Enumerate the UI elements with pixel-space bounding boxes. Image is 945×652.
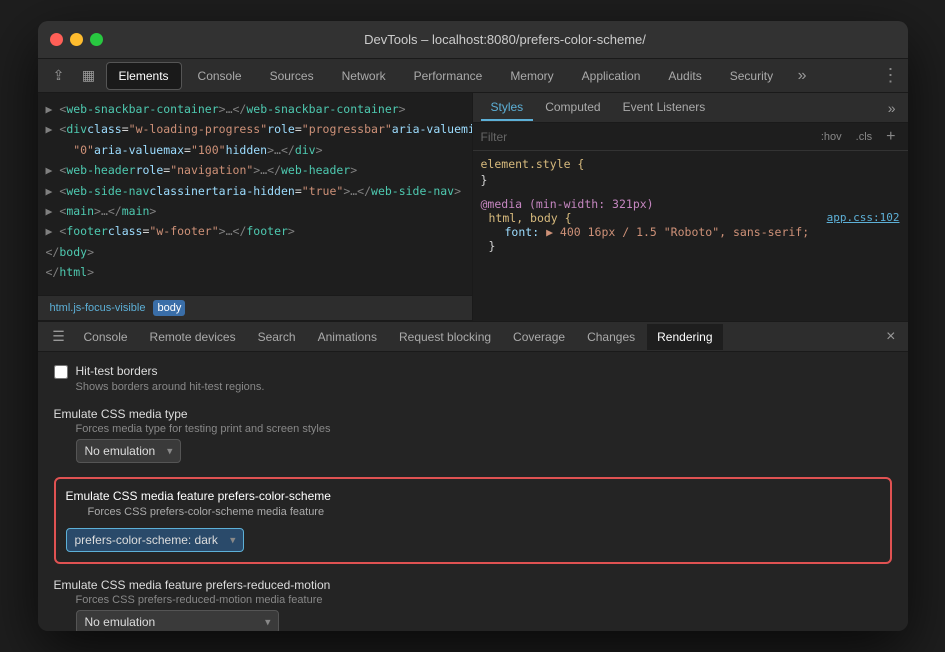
style-source-link[interactable]: app.css:102 xyxy=(827,211,900,224)
drawer-tabs-bar: ☰ Console Remote devices Search Animatio… xyxy=(38,322,908,352)
hit-test-desc: Shows borders around hit-test regions. xyxy=(76,381,892,393)
reduced-motion-desc: Forces CSS prefers-reduced-motion media … xyxy=(76,594,892,606)
drawer-menu-icon[interactable]: ☰ xyxy=(46,324,72,350)
tab-audits[interactable]: Audits xyxy=(656,62,713,90)
dom-panel: ▶ <web-snackbar-container>…</web-snackba… xyxy=(38,93,473,321)
drawer-tab-request-blocking[interactable]: Request blocking xyxy=(389,324,501,350)
styles-panel: Styles Computed Event Listeners » :hov .… xyxy=(473,93,908,321)
color-scheme-label: Emulate CSS media feature prefers-color-… xyxy=(66,489,880,503)
tab-memory[interactable]: Memory xyxy=(498,62,565,90)
add-style-button[interactable]: + xyxy=(882,128,899,146)
style-rule-media: @media (min-width: 321px) html, body { a… xyxy=(481,197,900,253)
drawer-tab-remote-devices[interactable]: Remote devices xyxy=(140,324,246,350)
code-line: </body> xyxy=(38,242,472,262)
tab-sources[interactable]: Sources xyxy=(258,62,326,90)
device-icon[interactable]: ▦ xyxy=(76,63,102,89)
hit-test-label: Hit-test borders xyxy=(76,364,158,378)
breadcrumb-bar: html.js-focus-visible body xyxy=(38,295,472,321)
code-line: ▶ <web-snackbar-container>…</web-snackba… xyxy=(38,99,472,119)
code-line: ▶ <web-side-nav class inert aria-hidden=… xyxy=(38,181,472,201)
more-style-tabs[interactable]: » xyxy=(884,100,900,116)
code-line: ▶ <web-header role="navigation">…</web-h… xyxy=(38,160,472,180)
color-scheme-desc: Forces CSS prefers-color-scheme media fe… xyxy=(88,506,880,518)
drawer-close-button[interactable]: × xyxy=(882,328,899,346)
reduced-motion-label: Emulate CSS media feature prefers-reduce… xyxy=(54,578,892,592)
traffic-lights xyxy=(50,33,103,46)
hit-test-checkbox[interactable] xyxy=(54,365,68,379)
breadcrumb-item-body[interactable]: body xyxy=(153,300,185,316)
style-prop-value: ▶ 400 16px / 1.5 "Roboto", sans-serif; xyxy=(546,225,809,239)
code-line: ▶ <div class="w-loading-progress" role="… xyxy=(38,119,472,139)
tab-computed[interactable]: Computed xyxy=(535,95,610,121)
bottom-drawer: ☰ Console Remote devices Search Animatio… xyxy=(38,321,908,631)
tab-console[interactable]: Console xyxy=(186,62,254,90)
css-media-type-select-wrapper: No emulation print screen xyxy=(76,439,181,463)
tab-elements[interactable]: Elements xyxy=(106,62,182,90)
window-title: DevTools – localhost:8080/prefers-color-… xyxy=(115,32,896,47)
styles-tabs-bar: Styles Computed Event Listeners » xyxy=(473,93,908,123)
style-prop-name: font: xyxy=(505,225,540,239)
code-line: </html> xyxy=(38,262,472,282)
drawer-tab-console[interactable]: Console xyxy=(74,324,138,350)
filter-input[interactable] xyxy=(481,130,811,144)
cls-filter-button[interactable]: .cls xyxy=(852,129,877,145)
rendering-panel: Hit-test borders Shows borders around hi… xyxy=(38,352,908,631)
style-property: font: ▶ 400 16px / 1.5 "Roboto", sans-se… xyxy=(481,225,900,239)
hit-test-borders-section: Hit-test borders Shows borders around hi… xyxy=(54,364,892,393)
tab-performance[interactable]: Performance xyxy=(402,62,495,90)
reduced-motion-select[interactable]: No emulation prefers-reduced-motion: red… xyxy=(76,610,279,631)
css-media-type-label: Emulate CSS media type xyxy=(54,407,892,421)
reduced-motion-section: Emulate CSS media feature prefers-reduce… xyxy=(54,578,892,631)
tab-network[interactable]: Network xyxy=(330,62,398,90)
style-selector: element.style { xyxy=(481,157,900,171)
close-button[interactable] xyxy=(50,33,63,46)
hov-filter-button[interactable]: :hov xyxy=(817,129,846,145)
settings-icon[interactable]: ⋮ xyxy=(882,65,900,86)
code-line: ▶ <main>…</main> xyxy=(38,201,472,221)
drawer-tab-rendering[interactable]: Rendering xyxy=(647,324,722,350)
code-line: "0" aria-valuemax="100" hidden>…</div> xyxy=(38,140,472,160)
style-close-brace: } xyxy=(481,173,900,187)
more-tabs-button[interactable]: » xyxy=(789,63,815,89)
css-media-type-section: Emulate CSS media type Forces media type… xyxy=(54,407,892,463)
main-toolbar: ⇪ ▦ Elements Console Sources Network Per… xyxy=(38,59,908,93)
breadcrumb-item-html[interactable]: html.js-focus-visible xyxy=(46,300,150,316)
drawer-tab-changes[interactable]: Changes xyxy=(577,324,645,350)
minimize-button[interactable] xyxy=(70,33,83,46)
devtools-window: DevTools – localhost:8080/prefers-color-… xyxy=(38,21,908,631)
color-scheme-section: Emulate CSS media feature prefers-color-… xyxy=(54,477,892,564)
dom-tree[interactable]: ▶ <web-snackbar-container>…</web-snackba… xyxy=(38,93,472,295)
tab-styles[interactable]: Styles xyxy=(481,95,534,121)
color-scheme-select[interactable]: No emulation prefers-color-scheme: light… xyxy=(66,528,244,552)
tab-security[interactable]: Security xyxy=(718,62,785,90)
styles-content: element.style { } @media (min-width: 321… xyxy=(473,151,908,321)
drawer-tab-animations[interactable]: Animations xyxy=(308,324,387,350)
style-close-brace-2: } xyxy=(481,239,900,253)
titlebar: DevTools – localhost:8080/prefers-color-… xyxy=(38,21,908,59)
tab-application[interactable]: Application xyxy=(570,62,653,90)
maximize-button[interactable] xyxy=(90,33,103,46)
css-media-type-select[interactable]: No emulation print screen xyxy=(76,439,181,463)
hit-test-header: Hit-test borders xyxy=(54,364,892,379)
code-line: ▶ <footer class="w-footer">…</footer> xyxy=(38,221,472,241)
style-media-query: @media (min-width: 321px) xyxy=(481,197,900,211)
color-scheme-select-wrapper: No emulation prefers-color-scheme: light… xyxy=(66,528,244,552)
drawer-tab-coverage[interactable]: Coverage xyxy=(503,324,575,350)
filter-bar: :hov .cls + xyxy=(473,123,908,151)
reduced-motion-select-wrapper: No emulation prefers-reduced-motion: red… xyxy=(76,610,279,631)
tab-event-listeners[interactable]: Event Listeners xyxy=(613,95,716,121)
css-media-type-desc: Forces media type for testing print and … xyxy=(76,423,892,435)
drawer-tab-search[interactable]: Search xyxy=(248,324,306,350)
cursor-icon[interactable]: ⇪ xyxy=(46,63,72,89)
main-content: ▶ <web-snackbar-container>…</web-snackba… xyxy=(38,93,908,321)
style-selector-html-body: html, body { app.css:102 xyxy=(481,211,900,225)
style-rule-element: element.style { } xyxy=(481,157,900,187)
